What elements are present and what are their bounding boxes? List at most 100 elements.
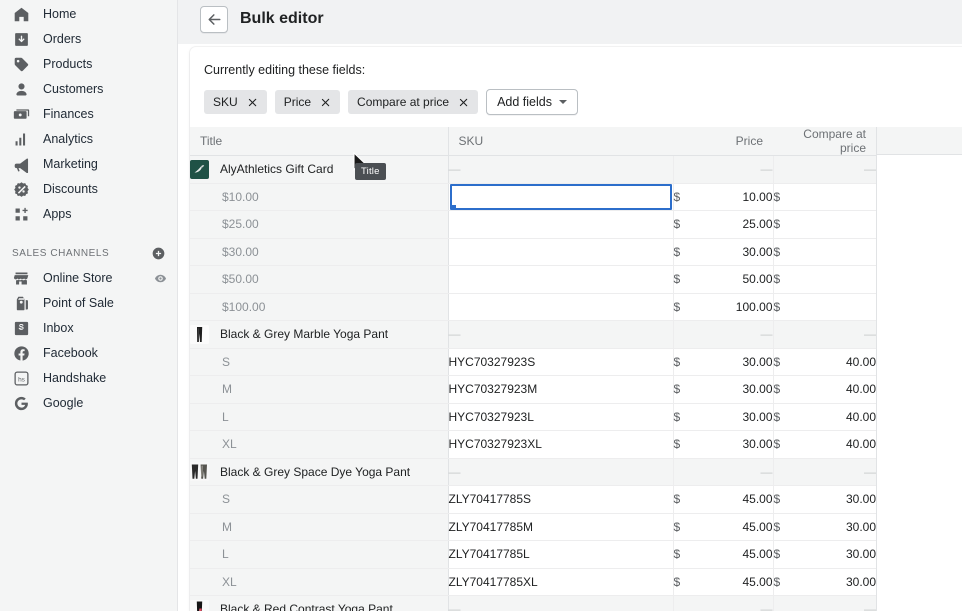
- sidebar-item-analytics[interactable]: Analytics: [0, 127, 177, 152]
- close-icon[interactable]: [247, 97, 258, 108]
- cell-title[interactable]: Black & Red Contrast Yoga Pant: [190, 595, 449, 611]
- cell-sku[interactable]: [448, 210, 673, 239]
- cell-title[interactable]: M: [190, 513, 449, 541]
- close-icon[interactable]: [458, 97, 469, 108]
- cell-compare-at-price[interactable]: —: [772, 595, 876, 611]
- cell-sku[interactable]: HYC70327923S: [448, 348, 673, 376]
- sidebar-item-orders[interactable]: Orders: [0, 27, 177, 52]
- cell-sku[interactable]: —: [448, 595, 673, 611]
- cell-compare-at-price[interactable]: $30.00: [772, 568, 876, 596]
- cell-sku[interactable]: HYC70327923M: [448, 375, 673, 404]
- variant-title: $30.00: [222, 244, 259, 259]
- cell-title[interactable]: $50.00: [190, 265, 449, 294]
- cell-compare-at-price[interactable]: $30.00: [772, 485, 876, 514]
- close-icon[interactable]: [320, 97, 331, 108]
- eye-icon[interactable]: [154, 272, 167, 285]
- column-header-sku[interactable]: SKU: [447, 127, 673, 156]
- cell-title[interactable]: $30.00: [190, 238, 449, 266]
- cell-compare-at-price[interactable]: $: [772, 210, 876, 239]
- sidebar-channel-point-of-sale[interactable]: Point of Sale: [0, 291, 177, 316]
- cell-title[interactable]: Black & Grey Marble Yoga Pant: [190, 320, 449, 349]
- cell-sku[interactable]: ZLY70417785XL: [448, 568, 673, 596]
- cell-price[interactable]: $45.00: [672, 485, 773, 514]
- cell-compare-at-price[interactable]: $: [772, 238, 876, 266]
- cell-compare-at-price[interactable]: $40.00: [772, 430, 876, 459]
- cell-compare-at-price[interactable]: —: [772, 320, 876, 349]
- sidebar-channel-google[interactable]: Google: [0, 391, 177, 416]
- cell-sku[interactable]: [448, 183, 673, 211]
- cell-sku[interactable]: —: [448, 155, 673, 184]
- sidebar-item-discounts[interactable]: Discounts: [0, 177, 177, 202]
- cell-title[interactable]: $25.00: [190, 210, 449, 239]
- cell-price[interactable]: $30.00: [672, 430, 773, 459]
- column-header-price[interactable]: Price: [673, 127, 773, 156]
- cell-title[interactable]: XL: [190, 430, 449, 459]
- plus-circle-icon[interactable]: [152, 247, 165, 260]
- cell-title[interactable]: XL: [190, 568, 449, 596]
- cell-compare-at-price[interactable]: $40.00: [772, 403, 876, 431]
- cell-compare-at-price[interactable]: $30.00: [772, 540, 876, 569]
- back-button[interactable]: [200, 6, 228, 33]
- cell-price[interactable]: $30.00: [672, 348, 773, 376]
- variant-title: XL: [222, 574, 237, 589]
- cell-compare-at-price[interactable]: —: [772, 155, 876, 184]
- cell-sku[interactable]: ZLY70417785S: [448, 485, 673, 514]
- cell-compare-at-price[interactable]: $: [772, 293, 876, 321]
- cell-price[interactable]: $45.00: [672, 568, 773, 596]
- cell-compare-at-price[interactable]: —: [772, 458, 876, 486]
- cell-price[interactable]: $30.00: [672, 238, 773, 266]
- cell-price[interactable]: $25.00: [672, 210, 773, 239]
- cell-title[interactable]: M: [190, 375, 449, 404]
- cell-title[interactable]: S: [190, 485, 449, 514]
- sidebar-channel-handshake[interactable]: hs Handshake: [0, 366, 177, 391]
- sidebar-item-home[interactable]: Home: [0, 2, 177, 27]
- add-fields-button[interactable]: Add fields: [486, 89, 578, 115]
- cell-compare-at-price[interactable]: $40.00: [772, 348, 876, 376]
- cell-compare-at-price[interactable]: $40.00: [772, 375, 876, 404]
- cell-sku[interactable]: HYC70327923XL: [448, 430, 673, 459]
- cell-title[interactable]: $10.00: [190, 183, 449, 211]
- sidebar-channel-online-store[interactable]: Online Store: [0, 266, 177, 291]
- sidebar-item-customers[interactable]: Customers: [0, 77, 177, 102]
- fill-handle[interactable]: [450, 205, 456, 210]
- cell-sku[interactable]: [448, 265, 673, 294]
- cell-price[interactable]: $10.00: [672, 183, 773, 211]
- field-chip-compare-at-price[interactable]: Compare at price: [348, 90, 479, 114]
- cell-price[interactable]: $50.00: [672, 265, 773, 294]
- cell-compare-at-price[interactable]: $30.00: [772, 513, 876, 541]
- cell-sku[interactable]: —: [448, 458, 673, 486]
- cell-compare-at-price[interactable]: $: [772, 265, 876, 294]
- column-header-compare-at-price[interactable]: Compare at price: [773, 127, 876, 156]
- sidebar-channel-inbox[interactable]: Inbox: [0, 316, 177, 341]
- cell-price[interactable]: $30.00: [672, 403, 773, 431]
- cell-price[interactable]: $100.00: [672, 293, 773, 321]
- field-chip-price[interactable]: Price: [274, 90, 341, 114]
- sidebar-item-marketing[interactable]: Marketing: [0, 152, 177, 177]
- cell-sku[interactable]: —: [448, 320, 673, 349]
- cell-sku[interactable]: ZLY70417785L: [448, 540, 673, 569]
- cell-title[interactable]: AlyAthletics Gift Card: [190, 155, 449, 184]
- column-header-title[interactable]: Title: [190, 127, 448, 156]
- cell-price[interactable]: $45.00: [672, 513, 773, 541]
- cell-price[interactable]: $45.00: [672, 540, 773, 569]
- field-chip-sku[interactable]: SKU: [204, 90, 267, 114]
- cell-title[interactable]: Black & Grey Space Dye Yoga Pant: [190, 458, 449, 486]
- cell-price[interactable]: —: [672, 595, 773, 611]
- cell-sku[interactable]: HYC70327923L: [448, 403, 673, 431]
- sidebar-item-products[interactable]: Products: [0, 52, 177, 77]
- cell-compare-at-price[interactable]: $: [772, 183, 876, 211]
- cell-price[interactable]: $30.00: [672, 375, 773, 404]
- sidebar-item-apps[interactable]: Apps: [0, 202, 177, 227]
- cell-price[interactable]: —: [672, 155, 773, 184]
- cell-sku[interactable]: [448, 238, 673, 266]
- cell-title[interactable]: S: [190, 348, 449, 376]
- cell-price[interactable]: —: [672, 320, 773, 349]
- sidebar-item-finances[interactable]: Finances: [0, 102, 177, 127]
- cell-title[interactable]: L: [190, 403, 449, 431]
- sidebar-channel-facebook[interactable]: Facebook: [0, 341, 177, 366]
- cell-title[interactable]: L: [190, 540, 449, 569]
- cell-sku[interactable]: [448, 293, 673, 321]
- cell-sku[interactable]: ZLY70417785M: [448, 513, 673, 541]
- cell-title[interactable]: $100.00: [190, 293, 449, 321]
- cell-price[interactable]: —: [672, 458, 773, 486]
